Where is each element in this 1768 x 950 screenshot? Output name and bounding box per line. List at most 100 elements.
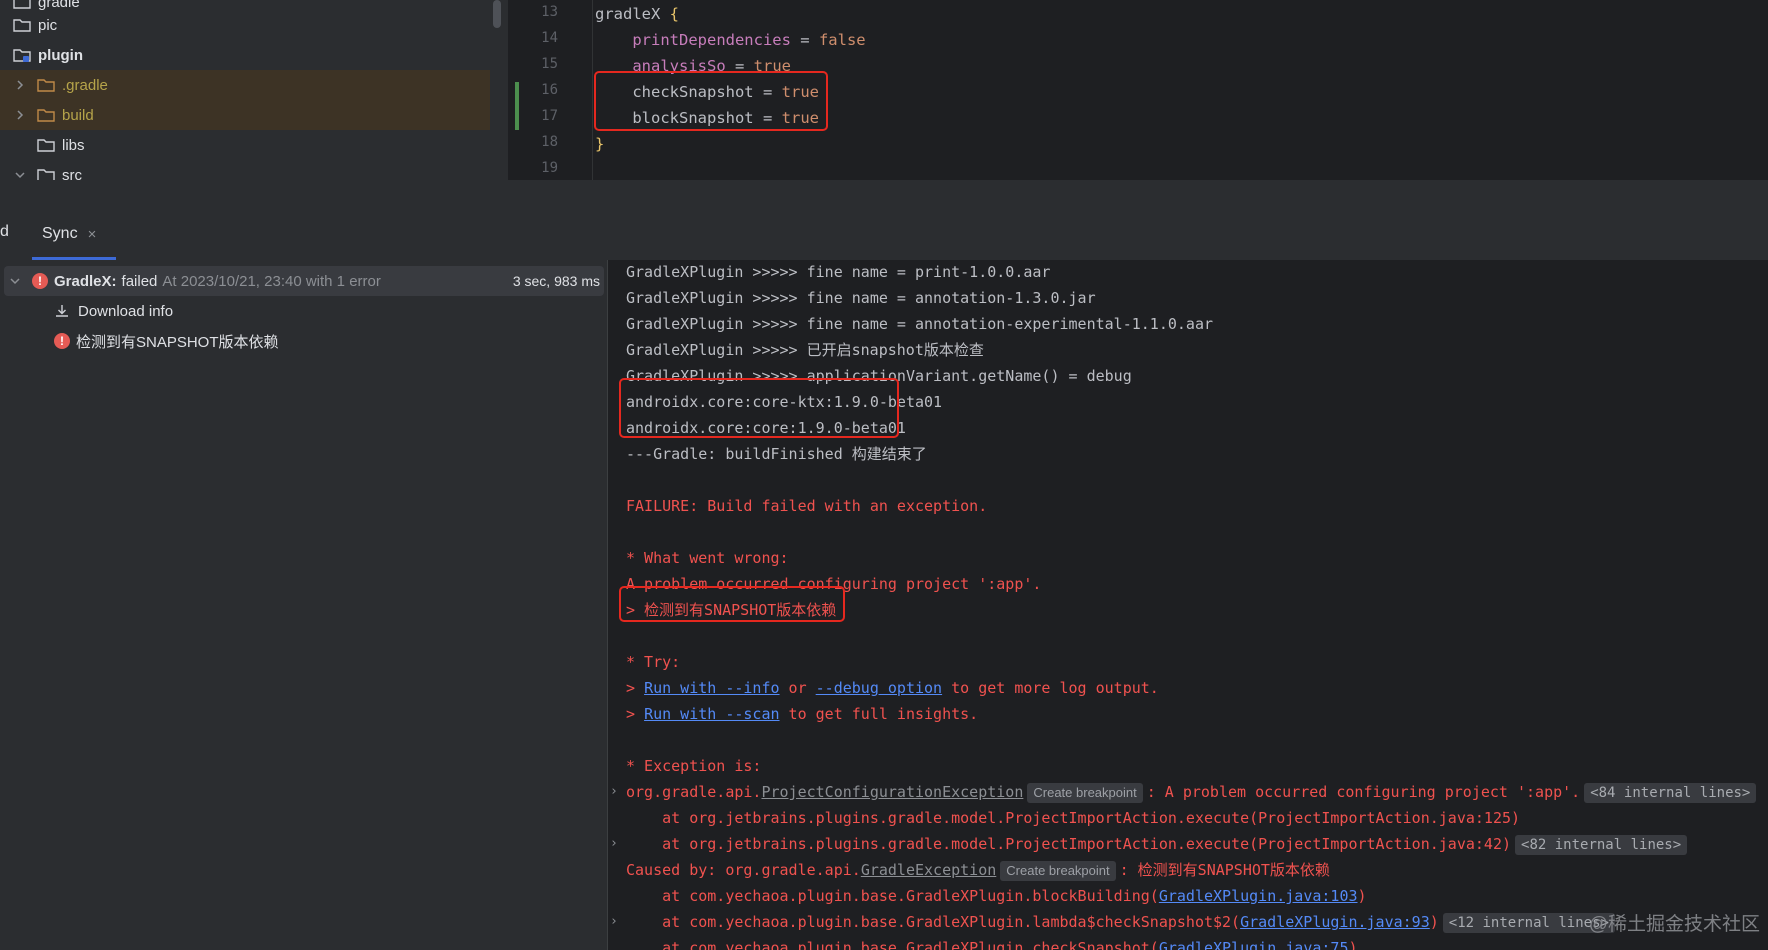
console-error-line: * What went wrong: — [626, 549, 789, 567]
text-segment: > — [626, 705, 645, 723]
tree-item-libs[interactable]: libs — [0, 130, 490, 160]
exception-class-link[interactable]: GradleException — [861, 861, 996, 879]
text-segment: > — [626, 679, 645, 697]
text-segment: ) — [1429, 913, 1439, 931]
line-number: 18 — [541, 134, 558, 150]
code-keyword: false — [818, 31, 866, 49]
tree-item-pic[interactable]: pic — [0, 10, 490, 40]
text-segment: or — [779, 679, 816, 697]
gutter-divider — [592, 0, 593, 180]
console-line: GradleXPlugin >>>>> 已开启snapshot版本检查 — [626, 341, 984, 359]
code-brace: { — [669, 5, 680, 23]
console-error-line: > Run with --info or --debug option to g… — [626, 676, 1159, 700]
tree-item-label: gradle — [38, 0, 80, 11]
console-error-line: > Run with --scan to get full insights. — [626, 702, 978, 726]
build-child-label: 检测到有SNAPSHOT版本依赖 — [76, 333, 279, 351]
tree-item-label: pic — [38, 16, 58, 34]
text-segment: at com.yechaoa.plugin.base.GradleXPlugin… — [626, 939, 1159, 950]
build-status: failed — [121, 272, 158, 290]
tool-window-splitter[interactable] — [0, 180, 1768, 208]
text-segment: ) — [1348, 939, 1358, 950]
error-icon: ! — [54, 333, 70, 349]
text-segment: org.gradle.api. — [626, 783, 762, 801]
chevron-down-icon[interactable] — [4, 276, 26, 286]
chevron-right-icon[interactable] — [12, 107, 28, 123]
create-breakpoint-button[interactable]: Create breakpoint — [1000, 861, 1116, 881]
console-line: GradleXPlugin >>>>> fine name = print-1.… — [626, 263, 1051, 281]
tab-left-edge-label[interactable]: d — [0, 223, 9, 241]
tree-item-label: libs — [62, 136, 85, 154]
chevron-right-icon[interactable] — [12, 77, 28, 93]
chevron-right-icon[interactable]: › — [610, 914, 618, 929]
folder-icon — [12, 0, 32, 10]
folder-icon — [36, 107, 56, 123]
folder-icon — [12, 17, 32, 33]
code-line-13: gradleX { — [595, 2, 679, 26]
code-brace: } — [595, 135, 605, 153]
source-link[interactable]: GradleXPlugin.java:93 — [1240, 913, 1430, 931]
tree-item-label: plugin — [38, 46, 83, 64]
tree-item-dot-gradle[interactable]: .gradle — [0, 70, 490, 100]
folder-icon — [36, 137, 56, 153]
build-tree-panel: ! GradleX: failed At 2023/10/21, 23:40 w… — [0, 260, 607, 950]
text-segment: Caused by: org.gradle.api. — [626, 861, 861, 879]
console-error-line: at org.jetbrains.plugins.gradle.model.Pr… — [626, 832, 1691, 856]
text-segment: at com.yechaoa.plugin.base.GradleXPlugin… — [626, 887, 1159, 905]
tree-scrollbar[interactable] — [493, 0, 501, 28]
code-line-18: } — [595, 132, 604, 156]
chevron-right-icon[interactable]: › — [610, 784, 618, 799]
build-console[interactable]: GradleXPlugin >>>>> fine name = print-1.… — [608, 260, 1768, 950]
watermark: @稀土掘金技术社区 — [1588, 914, 1760, 935]
code-property: printDependencies — [632, 31, 791, 49]
text-segment: at com.yechaoa.plugin.base.GradleXPlugin… — [626, 913, 1241, 931]
line-number: 15 — [541, 56, 558, 72]
error-icon: ! — [32, 273, 48, 289]
tool-window-tabbar: d Sync × — [0, 208, 1768, 260]
debug-option-link[interactable]: --debug option — [816, 679, 942, 697]
build-result-row[interactable]: ! GradleX: failed At 2023/10/21, 23:40 w… — [4, 266, 604, 296]
text-segment: ) — [1357, 887, 1367, 905]
console-error-line: at org.jetbrains.plugins.gradle.model.Pr… — [626, 809, 1521, 827]
highlight-box-error-message — [619, 586, 845, 622]
code-identifier: gradleX — [595, 5, 661, 23]
tree-item-plugin[interactable]: plugin — [0, 40, 490, 70]
source-link[interactable]: GradleXPlugin.java:75 — [1159, 939, 1349, 950]
text-segment: to get full insights. — [779, 705, 979, 723]
tab-sync-label: Sync — [42, 225, 78, 242]
editor-gutter: 13 14 15 16 17 18 19 — [508, 0, 592, 180]
close-icon[interactable]: × — [88, 226, 97, 243]
text-segment: : 检测到有SNAPSHOT版本依赖 — [1119, 861, 1330, 879]
build-child-download-info[interactable]: Download info — [54, 296, 173, 326]
project-tree-panel: gradle pic plugin .gradle build libs src… — [0, 0, 508, 208]
source-link[interactable]: GradleXPlugin.java:103 — [1159, 887, 1358, 905]
internal-lines-fold[interactable]: <82 internal lines> — [1515, 835, 1688, 855]
console-line: GradleXPlugin >>>>> fine name = annotati… — [626, 315, 1213, 333]
chevron-right-icon[interactable]: › — [610, 836, 618, 851]
console-error-line: at com.yechaoa.plugin.base.GradleXPlugin… — [626, 910, 1619, 934]
text-segment: at org.jetbrains.plugins.gradle.model.Pr… — [626, 835, 1512, 853]
download-icon — [54, 303, 78, 319]
internal-lines-fold[interactable]: <84 internal lines> — [1584, 783, 1757, 803]
line-number: 13 — [541, 4, 558, 20]
text-segment: to get more log output. — [942, 679, 1159, 697]
code-line-14: printDependencies = false — [595, 28, 866, 52]
code-editor[interactable]: 13 14 15 16 17 18 19 gradleX { printDepe… — [508, 0, 1768, 180]
line-number: 14 — [541, 30, 558, 46]
create-breakpoint-button[interactable]: Create breakpoint — [1027, 783, 1143, 803]
build-child-error[interactable]: ! 检测到有SNAPSHOT版本依赖 — [54, 326, 279, 356]
console-error-line: FAILURE: Build failed with an exception. — [626, 497, 988, 515]
tab-sync[interactable]: Sync × — [38, 208, 100, 260]
console-line: GradleXPlugin >>>>> fine name = annotati… — [626, 289, 1096, 307]
tree-item-label: .gradle — [62, 76, 108, 94]
tree-item-label: build — [62, 106, 94, 124]
build-child-label: Download info — [78, 302, 174, 320]
tree-item-build[interactable]: build — [0, 100, 490, 130]
exception-class-link[interactable]: ProjectConfigurationException — [761, 783, 1023, 801]
folder-icon — [36, 77, 56, 93]
run-with-info-link[interactable]: Run with --info — [644, 679, 779, 697]
text-segment: : A problem occurred configuring project… — [1146, 783, 1581, 801]
highlight-box-snapshot-settings — [594, 71, 828, 131]
run-with-scan-link[interactable]: Run with --scan — [644, 705, 779, 723]
vcs-change-marker[interactable] — [515, 82, 519, 130]
build-duration: 3 sec, 983 ms — [512, 273, 600, 289]
